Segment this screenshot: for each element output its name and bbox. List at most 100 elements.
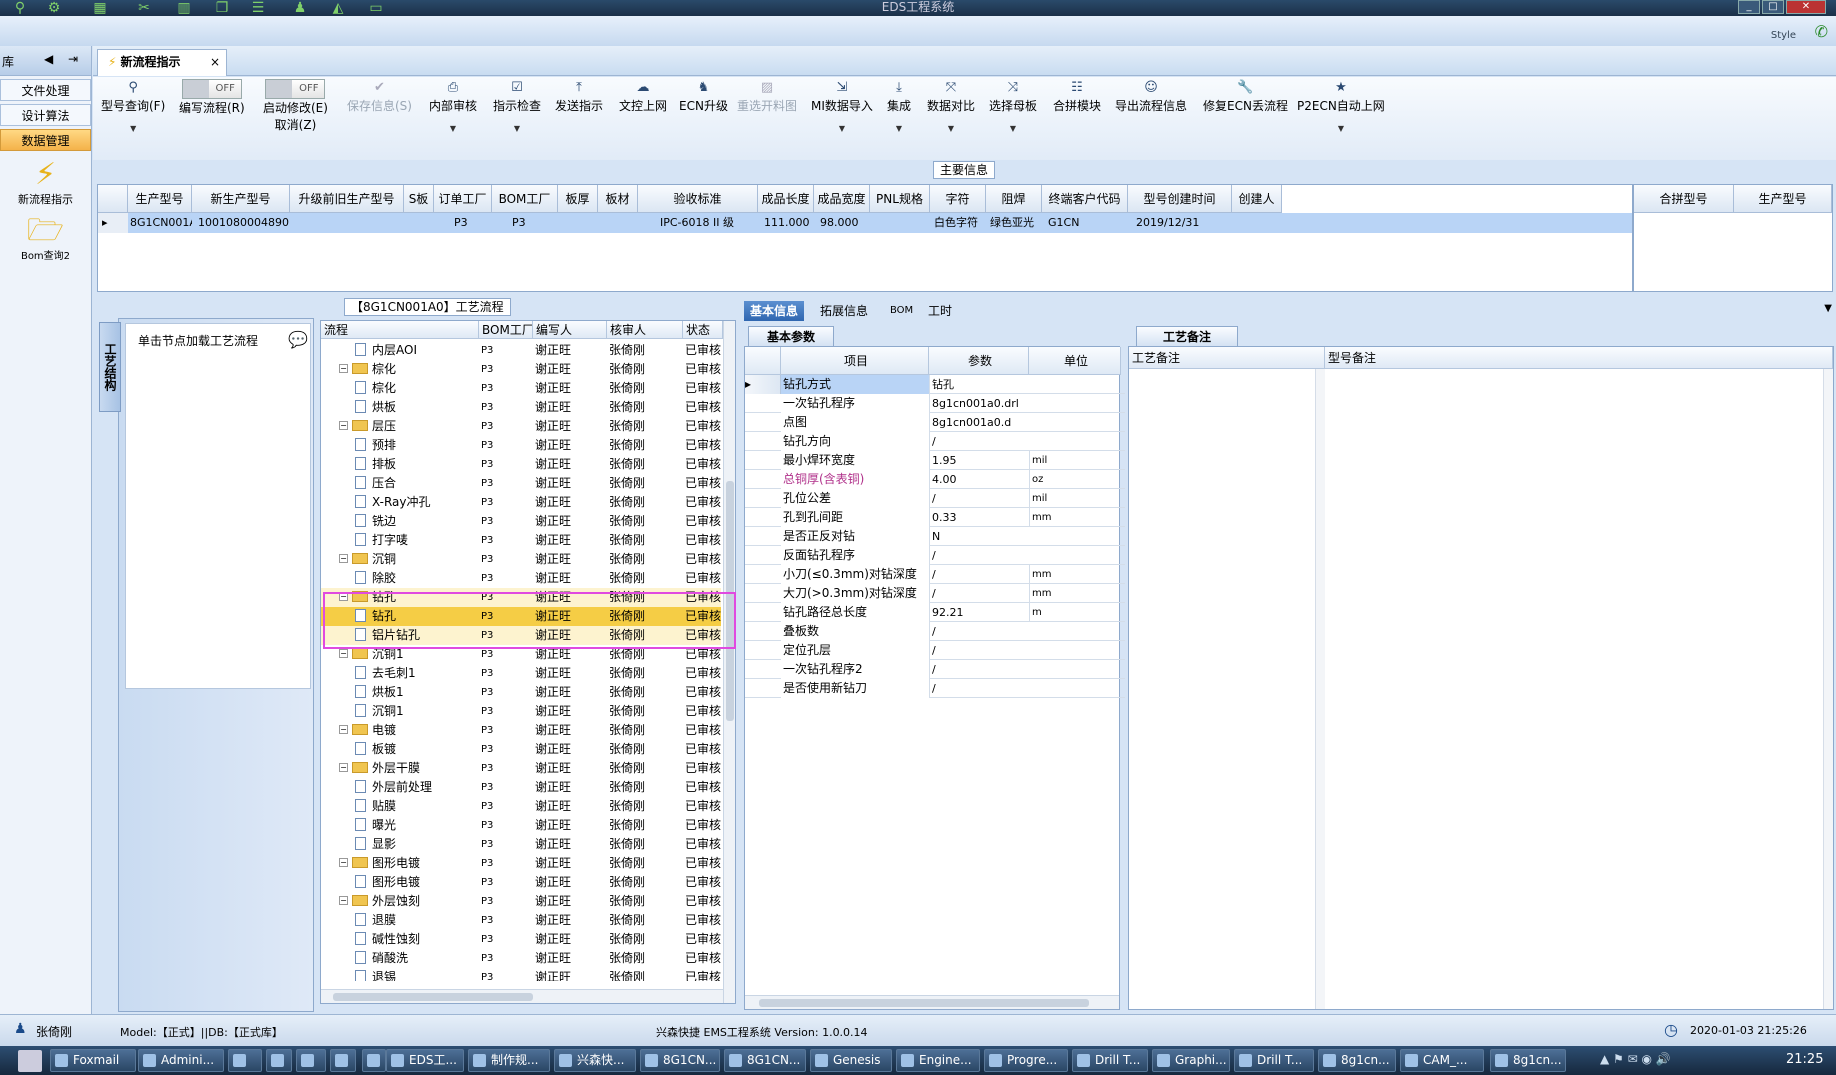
model-query-button[interactable]: ⚲ 型号查询(F) ▼ [101, 79, 165, 133]
param-value[interactable]: / [929, 641, 1029, 660]
tree-group-row[interactable]: − 层压 P3 谢正旺 张倚刚 已审核 [321, 417, 721, 436]
col-header[interactable]: 合拼型号 [1634, 185, 1734, 213]
tree-body[interactable]: 内层AOI P3 谢正旺 张倚刚 已审核 − 棕化 P3 谢正旺 张倚刚 已审核 棕化 P3 谢正旺 张倚刚… [321, 341, 723, 981]
param-value[interactable]: 0.33 [929, 508, 1029, 527]
tree-row[interactable]: 退锡 P3 谢正旺 张倚刚 已审核 [321, 968, 721, 981]
tree-row[interactable]: 曝光 P3 谢正旺 张倚刚 已审核 [321, 816, 721, 835]
chevron-left-icon[interactable]: ◀ [44, 52, 53, 66]
nav-file-processing[interactable]: 文件处理 [0, 79, 91, 101]
param-row[interactable]: 钻孔方向 / [745, 432, 1125, 451]
cell-solder[interactable]: 绿色亚光 [986, 213, 1042, 233]
tab-work-hours[interactable]: 工时 [922, 301, 958, 321]
col-header[interactable]: 创建人 [1232, 185, 1282, 213]
tree-group-row[interactable]: − 棕化 P3 谢正旺 张倚刚 已审核 [321, 360, 721, 379]
param-value[interactable]: / [929, 584, 1029, 603]
tab-basic-info[interactable]: 基本信息 [744, 301, 805, 321]
cell-length[interactable]: 111.000 [758, 213, 814, 233]
tree-row[interactable]: 烘板1 P3 谢正旺 张倚刚 已审核 [321, 683, 721, 702]
tree-row[interactable]: 压合 P3 谢正旺 张倚刚 已审核 [321, 474, 721, 493]
send-instruction-button[interactable]: ⤒ 发送指示 [555, 79, 603, 114]
param-value[interactable]: 4.00 [929, 470, 1029, 489]
taskbar-item[interactable] [266, 1049, 292, 1072]
search-icon[interactable]: ⚲ [8, 0, 32, 16]
chevron-down-icon[interactable]: ▼ [1824, 303, 1832, 314]
process-tree[interactable]: 流程 BOM工厂 编写人 核审人 状态 内层AOI P3 谢正旺 张倚刚 已审核 − 棕化 P… [320, 320, 736, 1004]
tree-row[interactable]: 碱性蚀刻 P3 谢正旺 张倚刚 已审核 [321, 930, 721, 949]
p2ecn-auto-button[interactable]: ★ P2ECN自动上网 ▼ [1297, 79, 1385, 133]
taskbar-item[interactable] [362, 1049, 386, 1072]
tree-row[interactable]: X-Ray冲孔 P3 谢正旺 张倚刚 已审核 [321, 493, 721, 512]
col-header[interactable]: 流程 [321, 321, 479, 339]
cell-created[interactable]: 2019/12/31 [1128, 213, 1232, 233]
remarks-grid[interactable]: 工艺备注 型号备注 [1128, 346, 1834, 1010]
params-grid[interactable]: 项目 参数 单位 ▸ 钻孔方式 钻孔 一次钻孔程序 8g1cn001a0.drl 点图 8g… [744, 346, 1125, 1010]
col-header[interactable]: PNL规格 [870, 185, 930, 213]
param-row[interactable]: ▸ 钻孔方式 钻孔 [745, 375, 1125, 394]
col-header[interactable]: 字符 [930, 185, 986, 213]
taskbar-item[interactable]: 制作规... [468, 1049, 550, 1072]
col-header[interactable]: 生产型号 [128, 185, 192, 213]
tree-group-row[interactable]: − 外层蚀刻 P3 谢正旺 张倚刚 已审核 [321, 892, 721, 911]
tree-row[interactable]: 预排 P3 谢正旺 张倚刚 已审核 [321, 436, 721, 455]
col-header[interactable]: 型号创建时间 [1128, 185, 1232, 213]
main-info-grid[interactable]: 生产型号 新生产型号 升级前旧生产型号 S板 订单工厂 BOM工厂 板厚 板材 … [97, 184, 1633, 292]
ecn-upgrade-button[interactable]: ♞ ECN升级 [679, 79, 728, 114]
tree-row[interactable]: 铣边 P3 谢正旺 张倚刚 已审核 [321, 512, 721, 531]
gear-icon[interactable]: ⚙ [42, 0, 66, 16]
param-value[interactable]: 8g1cn001a0.d [929, 413, 1029, 432]
param-row[interactable]: 是否使用新钻刀 / [745, 679, 1125, 698]
tab-process-remarks[interactable]: 工艺备注 [1136, 326, 1239, 346]
param-value[interactable]: 8g1cn001a0.drl [929, 394, 1029, 413]
mi-import-button[interactable]: ⇲ MI数据导入 ▼ [811, 79, 873, 133]
col-header[interactable]: 成品长度 [758, 185, 814, 213]
tree-group-row[interactable]: − 电镀 P3 谢正旺 张倚刚 已审核 [321, 721, 721, 740]
taskbar-item[interactable]: Drill T... [1234, 1049, 1314, 1072]
grid-icon[interactable]: ▦ [88, 0, 112, 16]
collapse-icon[interactable]: − [339, 364, 348, 373]
col-header[interactable]: 订单工厂 [434, 185, 492, 213]
style-menu[interactable]: Style [1771, 30, 1796, 41]
tree-row[interactable]: 图形电镀 P3 谢正旺 张倚刚 已审核 [321, 873, 721, 892]
param-row[interactable]: 定位孔层 / [745, 641, 1125, 660]
close-icon[interactable]: × [210, 50, 220, 75]
tree-row[interactable]: 去毛刺1 P3 谢正旺 张倚刚 已审核 [321, 664, 721, 683]
col-header[interactable]: 板厚 [558, 185, 598, 213]
tree-group-row[interactable]: − 图形电镀 P3 谢正旺 张倚刚 已审核 [321, 854, 721, 873]
param-row[interactable]: 一次钻孔程序2/ [745, 660, 1125, 679]
scroll-thumb[interactable] [333, 993, 533, 1001]
taskbar-item[interactable]: 8G1CN... [724, 1049, 806, 1072]
param-row[interactable]: 小刀(≤0.3mm)对钻深度 / mm [745, 565, 1125, 584]
tray-icons[interactable]: ▲ ⚑ ✉ ◉ 🔊 [1600, 1052, 1671, 1066]
taskbar-item[interactable]: 8g1cn... [1318, 1049, 1396, 1072]
export-flow-button[interactable]: ☺ 导出流程信息 [1115, 79, 1187, 114]
tree-row[interactable]: 板镀 P3 谢正旺 张倚刚 已审核 [321, 740, 721, 759]
param-row[interactable]: 孔到孔间距 0.33 mm [745, 508, 1125, 527]
doc-control-button[interactable]: ☁ 文控上网 [619, 79, 667, 114]
taskbar-item[interactable]: Graphi... [1152, 1049, 1230, 1072]
user-icon[interactable]: ♟ [288, 0, 312, 16]
maximize-button[interactable]: □ [1762, 0, 1784, 14]
merge-module-button[interactable]: ☷ 合拼模块 [1053, 79, 1101, 114]
taskbar-item[interactable]: Engine... [896, 1049, 980, 1072]
select-motherboard-button[interactable]: ⤨ 选择母板 ▼ [989, 79, 1037, 133]
tree-row[interactable]: 除胶 P3 谢正旺 张倚刚 已审核 [321, 569, 721, 588]
param-row[interactable]: 孔位公差 / mil [745, 489, 1125, 508]
param-row[interactable]: 反面钻孔程序 / [745, 546, 1125, 565]
tab-structure[interactable]: 工艺结构 [99, 322, 121, 412]
start-modify-toggle[interactable]: OFF 启动修改(E) 取消(Z) [263, 79, 328, 133]
write-flow-switch[interactable]: OFF [181, 79, 242, 99]
cell-new-model[interactable]: 10010800048901 [192, 213, 290, 233]
col-header[interactable]: 验收标准 [638, 185, 758, 213]
col-header[interactable]: 升级前旧生产型号 [290, 185, 404, 213]
col-header[interactable]: 新生产型号 [192, 185, 290, 213]
col-header[interactable]: 状态 [683, 321, 723, 339]
col-header[interactable]: 编写人 [533, 321, 607, 339]
col-header[interactable]: 终端客户代码 [1042, 185, 1128, 213]
taskbar-item[interactable]: EDS工... [386, 1049, 464, 1072]
tree-row[interactable]: 烘板 P3 谢正旺 张倚刚 已审核 [321, 398, 721, 417]
taskbar-item[interactable]: CAM_... [1400, 1049, 1484, 1072]
param-row[interactable]: 大刀(>0.3mm)对钻深度 / mm [745, 584, 1125, 603]
taskbar-item[interactable]: Drill T... [1072, 1049, 1148, 1072]
param-value[interactable]: / [929, 622, 1029, 641]
taskbar-item[interactable] [296, 1049, 326, 1072]
